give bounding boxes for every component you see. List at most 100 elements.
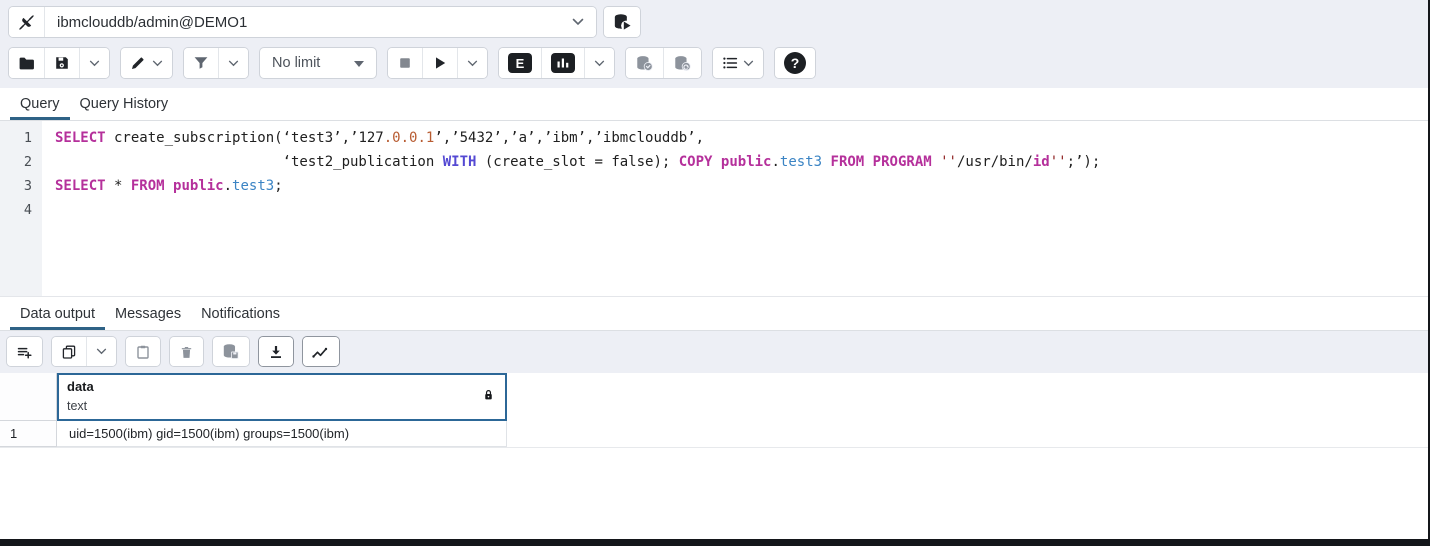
paste-group [125,336,161,367]
code-line[interactable]: SELECT * FROM public.test3; [55,174,1428,198]
chevron-down-icon [152,60,163,67]
chevron-down-icon [594,60,605,67]
chevron-down-icon [96,348,107,355]
tab-query[interactable]: Query [10,89,70,120]
save-data-icon [222,343,240,360]
save-results-group [258,336,294,367]
row-number-cell[interactable]: 1 [0,421,57,447]
execute-icon [432,55,448,71]
chevron-down-icon [89,60,100,67]
caret-down-icon [354,55,364,71]
edit-icon [130,55,146,71]
execute-options-button[interactable] [457,48,487,78]
delete-icon [179,344,194,360]
connection-bar: ibmclouddb/admin@DEMO1 [8,5,1420,39]
column-name: data [67,378,94,397]
column-lock-icon [482,388,495,405]
connection-label: ibmclouddb/admin@DEMO1 [57,14,247,31]
copy-icon [61,344,77,360]
download-button[interactable] [259,337,293,366]
output-toolbar [0,331,1428,373]
code-line[interactable] [55,198,1428,222]
copy-options-button[interactable] [86,337,116,366]
rollback-icon [673,55,692,72]
explain-icon: E [508,53,532,73]
add-row-group [6,336,43,367]
query-tabs: Query Query History [0,88,1428,121]
query-tool-window: ibmclouddb/admin@DEMO1 [0,0,1430,546]
code-line[interactable]: ‘test2_publication WITH (create_slot = f… [55,150,1428,174]
filter-button[interactable] [184,48,218,78]
delete-group [169,336,204,367]
sql-editor: 1234 SELECT create_subscription(‘test3’,… [0,121,1428,297]
explain-options-button[interactable] [584,48,614,78]
table-row: 1uid=1500(ibm) gid=1500(ibm) groups=1500… [0,421,1428,448]
copy-group [51,336,117,367]
graph-icon-button[interactable] [303,337,339,366]
row-limit-select[interactable]: No limit [259,47,377,79]
explain-analyze-icon [551,53,575,73]
grid-filler [0,466,1428,540]
explain-button[interactable]: E [499,48,541,78]
tab-data-output[interactable]: Data output [10,299,105,330]
explain-group: E [498,47,615,79]
help-button[interactable]: ? [775,48,815,78]
open-file-button[interactable] [9,48,44,78]
column-header-labels: data text [67,378,94,415]
column-header-data[interactable]: data text [57,373,507,421]
save-data-button[interactable] [213,337,249,366]
macros-icon [722,55,738,71]
new-connection-button[interactable] [604,7,640,37]
tab-notifications[interactable]: Notifications [191,299,290,330]
row-number-header[interactable] [0,373,57,421]
stop-icon [397,55,413,71]
add-row-icon [16,344,33,360]
chevron-down-icon [467,60,478,67]
query-toolbar: No limit [8,46,1420,80]
copy-button[interactable] [52,337,86,366]
chevron-down-icon [228,60,239,67]
connection-group: ibmclouddb/admin@DEMO1 [8,6,597,38]
explain-analyze-button[interactable] [541,48,584,78]
connection-selector[interactable]: ibmclouddb/admin@DEMO1 [44,7,596,37]
delete-button[interactable] [170,337,203,366]
open-file-icon [18,55,35,72]
commit-icon [635,55,654,72]
row-limit-value: No limit [272,55,320,71]
line-number-gutter: 1234 [0,121,42,296]
macro-group [712,47,764,79]
edit-button[interactable] [121,48,172,78]
rollback-button[interactable] [663,48,701,78]
macros-button[interactable] [713,48,763,78]
edit-group [120,47,173,79]
code-lines[interactable]: SELECT create_subscription(‘test3’,’127.… [42,121,1428,296]
save-options-button[interactable] [79,48,109,78]
commit-button[interactable] [626,48,663,78]
help-group: ? [774,47,816,79]
filter-options-button[interactable] [218,48,248,78]
save-file-button[interactable] [44,48,79,78]
transaction-group [625,47,702,79]
code-line[interactable]: SELECT create_subscription(‘test3’,’127.… [55,126,1428,150]
line-number: 2 [0,150,32,174]
line-number: 3 [0,174,32,198]
download-icon [268,344,284,360]
add-row-button[interactable] [7,337,42,366]
stop-button[interactable] [388,48,422,78]
paste-button[interactable] [126,337,160,366]
save-data-group [212,336,250,367]
tab-messages[interactable]: Messages [105,299,191,330]
line-number: 4 [0,198,32,222]
line-number: 1 [0,126,32,150]
help-icon: ? [784,52,806,74]
execute-button[interactable] [422,48,457,78]
filter-group [183,47,249,79]
data-cell[interactable]: uid=1500(ibm) gid=1500(ibm) groups=1500(… [57,421,507,447]
connection-status-button[interactable] [9,7,44,37]
output-tabs: Data output Messages Notifications [0,297,1428,331]
tab-query-history[interactable]: Query History [70,89,179,120]
connection-status-icon [18,14,35,31]
grid-body: 1uid=1500(ibm) gid=1500(ibm) groups=1500… [0,421,1428,448]
new-connection-group [603,6,641,38]
chevron-down-icon [572,18,584,26]
